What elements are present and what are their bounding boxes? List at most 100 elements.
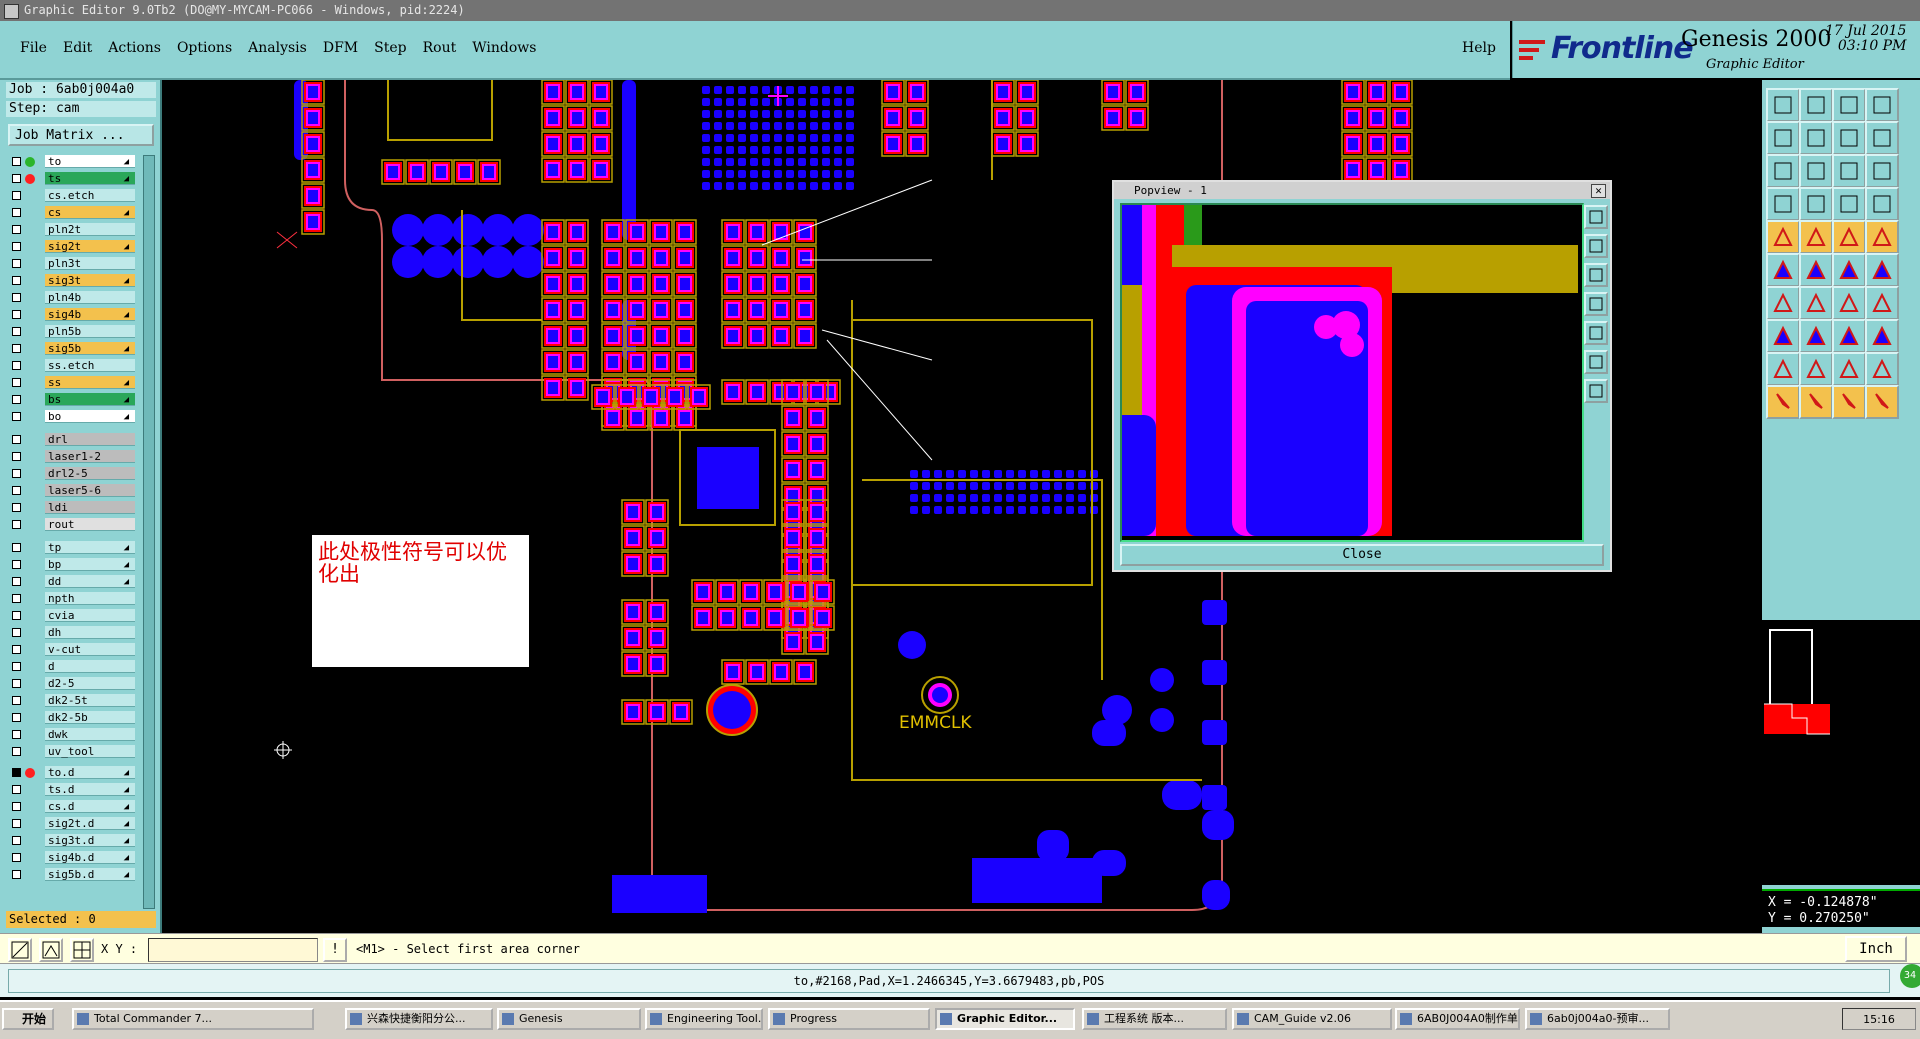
layer-name[interactable]: pln4b: [45, 291, 135, 304]
layer-name[interactable]: dh: [45, 626, 135, 639]
layer-row-bo[interactable]: bo ◢: [8, 410, 140, 424]
layer-row-sig2t.d[interactable]: sig2t.d ◢: [8, 817, 140, 831]
layer-name[interactable]: cs.d ◢: [45, 800, 135, 813]
layer-checkbox[interactable]: [12, 361, 21, 370]
layer-list-scrollbar[interactable]: [143, 155, 155, 909]
layer-row-d[interactable]: d: [8, 660, 140, 674]
tool-feature-info-button[interactable]: [1766, 220, 1800, 254]
layer-row-ss[interactable]: ss ◢: [8, 376, 140, 390]
layer-checkbox[interactable]: [12, 730, 21, 739]
layer-row-cs.etch[interactable]: cs.etch: [8, 189, 140, 203]
layer-checkbox[interactable]: [12, 713, 21, 722]
snap-grid-button[interactable]: [8, 938, 32, 962]
start-button[interactable]: 开始: [2, 1008, 54, 1030]
tool-redraw-button[interactable]: [1865, 154, 1899, 188]
layer-row-to[interactable]: to ◢: [8, 155, 140, 169]
layer-checkbox[interactable]: [12, 327, 21, 336]
layer-name[interactable]: to ◢: [45, 155, 135, 168]
tool-pointer4-button[interactable]: [1865, 385, 1899, 419]
layer-checkbox[interactable]: [12, 225, 21, 234]
tool-measure-button[interactable]: [1766, 187, 1800, 221]
layer-row-dk2-5b[interactable]: dk2-5b: [8, 711, 140, 725]
layer-name[interactable]: dd ◢: [45, 575, 135, 588]
layer-name[interactable]: uv_tool: [45, 745, 135, 758]
layer-name[interactable]: dk2-5t: [45, 694, 135, 707]
layer-name[interactable]: rout: [45, 518, 135, 531]
taskbar-task[interactable]: 6ab0j004a0-预审...: [1525, 1008, 1670, 1030]
menu-rout[interactable]: Rout: [415, 40, 465, 56]
layer-row-ss.etch[interactable]: ss.etch: [8, 359, 140, 373]
menu-dfm[interactable]: DFM: [315, 40, 366, 56]
layer-row-laser1-2[interactable]: laser1-2: [8, 450, 140, 464]
layer-checkbox[interactable]: [12, 747, 21, 756]
tool-triangle4-button[interactable]: [1865, 352, 1899, 386]
layer-row-ts[interactable]: ts ◢: [8, 172, 140, 186]
layer-checkbox[interactable]: [12, 543, 21, 552]
layer-name[interactable]: sig2t.d ◢: [45, 817, 135, 830]
job-matrix-button[interactable]: Job Matrix ...: [8, 124, 154, 146]
taskbar-task[interactable]: Engineering Tool...: [645, 1008, 763, 1030]
board-minimap[interactable]: [1762, 620, 1920, 885]
layer-row-v-cut[interactable]: v-cut: [8, 643, 140, 657]
layer-name[interactable]: v-cut: [45, 643, 135, 656]
layer-color-dot-icon[interactable]: [25, 768, 35, 778]
popview-close-icon[interactable]: ✕: [1591, 184, 1606, 198]
tool-zoom-out-button[interactable]: [1799, 88, 1833, 122]
layer-checkbox[interactable]: [12, 679, 21, 688]
layer-row-dh[interactable]: dh: [8, 626, 140, 640]
layer-row-ts.d[interactable]: ts.d ◢: [8, 783, 140, 797]
taskbar-task[interactable]: Graphic Editor...: [935, 1008, 1075, 1030]
layer-row-pln2t[interactable]: pln2t: [8, 223, 140, 237]
layer-name[interactable]: sig4b ◢: [45, 308, 135, 321]
tool-triangle2-button[interactable]: [1799, 352, 1833, 386]
layer-row-d2-5[interactable]: d2-5: [8, 677, 140, 691]
menu-edit[interactable]: Edit: [55, 40, 100, 56]
layer-checkbox[interactable]: [12, 242, 21, 251]
tool-fit-button[interactable]: [1865, 88, 1899, 122]
popview-close-button[interactable]: Close: [1120, 544, 1604, 566]
layer-name[interactable]: dk2-5b: [45, 711, 135, 724]
layer-row-cs[interactable]: cs ◢: [8, 206, 140, 220]
tool-snap-net-button[interactable]: [1865, 187, 1899, 221]
layer-row-dk2-5t[interactable]: dk2-5t: [8, 694, 140, 708]
layer-row-cs.d[interactable]: cs.d ◢: [8, 800, 140, 814]
snap-angle-button[interactable]: [39, 938, 63, 962]
menu-help[interactable]: Help: [1462, 40, 1496, 56]
layer-checkbox[interactable]: [12, 469, 21, 478]
layer-color-dot-icon[interactable]: [25, 174, 35, 184]
tool-arc-button[interactable]: [1865, 253, 1899, 287]
layer-name[interactable]: cs ◢: [45, 206, 135, 219]
tool-delete-button[interactable]: [1799, 319, 1833, 353]
layer-row-sig5b.d[interactable]: sig5b.d ◢: [8, 868, 140, 882]
tool-center-button[interactable]: [1799, 154, 1833, 188]
tool-pointer-button[interactable]: [1766, 385, 1800, 419]
tool-pointer3-button[interactable]: [1832, 385, 1866, 419]
tool-cross-button[interactable]: [1799, 253, 1833, 287]
menu-analysis[interactable]: Analysis: [240, 40, 315, 56]
taskbar-task[interactable]: 工程系统 版本...: [1082, 1008, 1227, 1030]
layer-checkbox[interactable]: [12, 662, 21, 671]
popview-fit-button[interactable]: [1584, 205, 1608, 229]
taskbar-task[interactable]: 兴森快捷衡阳分公...: [345, 1008, 493, 1030]
layer-row-laser5-6[interactable]: laser5-6: [8, 484, 140, 498]
layer-row-bp[interactable]: bp ◢: [8, 558, 140, 572]
layer-name[interactable]: npth: [45, 592, 135, 605]
layer-checkbox[interactable]: [12, 802, 21, 811]
layer-checkbox[interactable]: [12, 853, 21, 862]
layer-row-sig5b[interactable]: sig5b ◢: [8, 342, 140, 356]
layer-checkbox[interactable]: [12, 452, 21, 461]
layer-color-dot-icon[interactable]: [25, 157, 35, 167]
tool-line-button[interactable]: [1832, 253, 1866, 287]
layer-checkbox[interactable]: [12, 435, 21, 444]
layer-row-pln3t[interactable]: pln3t: [8, 257, 140, 271]
layer-name[interactable]: d: [45, 660, 135, 673]
layer-row-pln5b[interactable]: pln5b: [8, 325, 140, 339]
tool-home-button[interactable]: [1832, 88, 1866, 122]
tool-pad-button[interactable]: [1865, 220, 1899, 254]
tool-scale-button[interactable]: [1832, 154, 1866, 188]
layer-name[interactable]: ldi: [45, 501, 135, 514]
popview-home-button[interactable]: [1584, 379, 1608, 403]
tool-net-button[interactable]: [1766, 253, 1800, 287]
layer-checkbox[interactable]: [12, 191, 21, 200]
tool-triangle-button[interactable]: [1766, 352, 1800, 386]
